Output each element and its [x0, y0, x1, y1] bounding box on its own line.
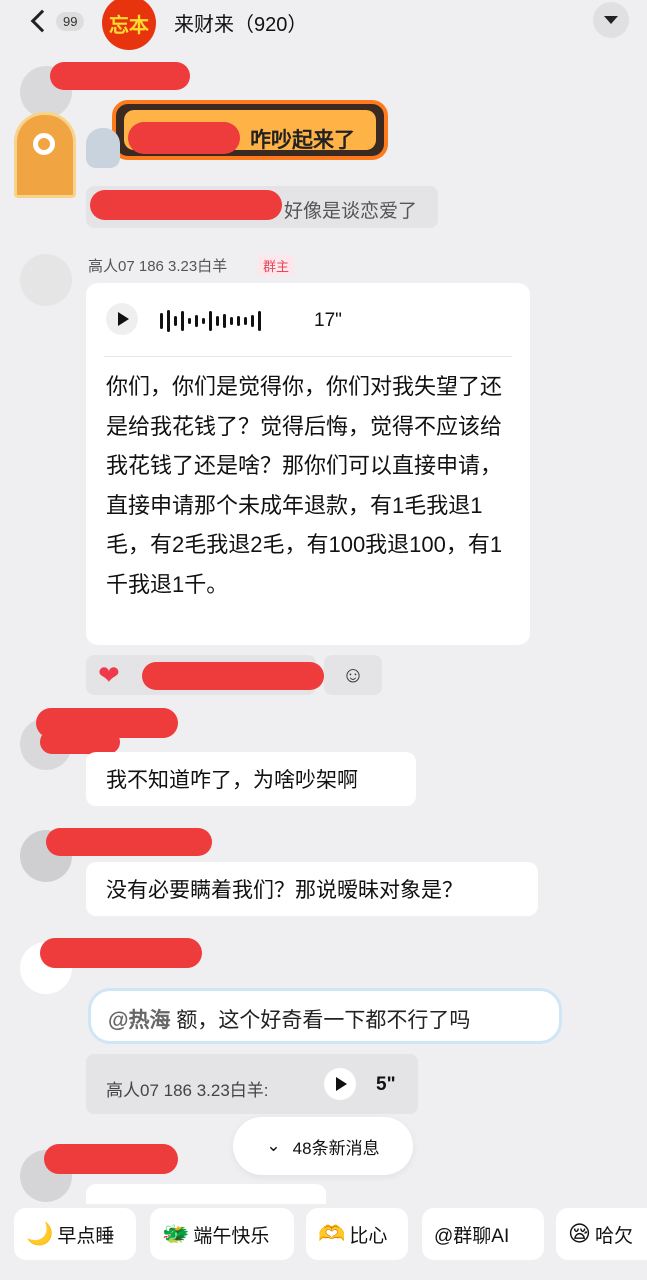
redacted-reactors [142, 662, 324, 690]
redacted-text [90, 190, 282, 220]
message-bubble[interactable] [86, 1184, 326, 1204]
redacted-name [40, 938, 202, 968]
heart-icon[interactable]: ❤ [98, 661, 120, 689]
redacted-name [44, 1144, 178, 1174]
waveform-icon [160, 309, 261, 333]
unread-count-badge: 99 [56, 11, 85, 31]
new-messages-button[interactable]: ⌄ 48条新消息 [233, 1117, 413, 1175]
quick-reply-chip[interactable]: 🐲 端午快乐 [150, 1208, 294, 1260]
avatar[interactable] [20, 254, 72, 306]
quick-reply-bar: 🌙 早点睡 🐲 端午快乐 🫶 比心 @群聊AI 😪 哈欠 [0, 1208, 647, 1264]
quick-reply-chip[interactable]: 😪 哈欠 [556, 1208, 647, 1260]
smiley-icon: ☺ [341, 662, 365, 687]
chevron-left-icon [30, 9, 54, 33]
message-text: @热海 额，这个好奇看一下都不行了吗 [108, 1009, 471, 1032]
group-title: 来财来（920） [174, 14, 308, 36]
back-button[interactable]: 99 [28, 8, 88, 34]
quick-reply-chip[interactable]: 🫶 比心 [306, 1208, 408, 1260]
redacted-name [40, 730, 120, 754]
chat-header: 99 忘本 来财来（920） [0, 0, 647, 52]
yawn-icon: 😪 [568, 1221, 591, 1246]
add-reaction-button[interactable]: ☺ [324, 655, 382, 695]
redacted-name [46, 828, 212, 856]
message-text: 没有必要瞒着我们？那说暧昧对象是？ [106, 879, 463, 902]
door-sticker [14, 112, 76, 198]
mention[interactable]: @热海 [108, 1009, 170, 1032]
double-chevron-down-icon: ⌄ [266, 1136, 281, 1155]
sender-name: 高人07 186 3.23白羊 [88, 258, 228, 275]
play-icon [336, 1077, 347, 1091]
play-button[interactable] [106, 303, 138, 335]
moon-icon: 🌙 [26, 1221, 54, 1246]
redacted-name [50, 62, 190, 90]
message-text: 我不知道咋了，为啥吵架啊 [106, 769, 358, 792]
banner-text: 咋吵起来了 [250, 129, 355, 152]
play-icon [118, 312, 129, 326]
heart-hands-icon: 🫶 [318, 1221, 346, 1246]
divider [104, 356, 512, 357]
voice-transcript: 你们，你们是觉得你，你们对我失望了还是给我花钱了？觉得后悔，觉得不应该给我花钱了… [106, 374, 503, 597]
new-messages-label: 48条新消息 [292, 1138, 380, 1158]
voice-duration: 17" [314, 310, 342, 331]
dragon-icon: 🐲 [162, 1221, 190, 1246]
reply-duration: 5" [376, 1074, 396, 1095]
play-button[interactable] [324, 1068, 356, 1100]
menu-button[interactable] [593, 2, 629, 38]
chevron-down-icon [604, 16, 618, 24]
group-avatar[interactable]: 忘本 [102, 0, 156, 50]
reply-sender: 高人07 186 3.23白羊: [106, 1081, 269, 1100]
mouse-icon [86, 128, 120, 168]
redacted-mention [128, 122, 240, 154]
quick-reply-chip[interactable]: 🌙 早点睡 [14, 1208, 136, 1260]
owner-badge: 群主 [258, 255, 295, 276]
quick-reply-chip[interactable]: @群聊AI [422, 1208, 544, 1260]
system-quote-text: 好像是谈恋爱了 [284, 201, 418, 222]
